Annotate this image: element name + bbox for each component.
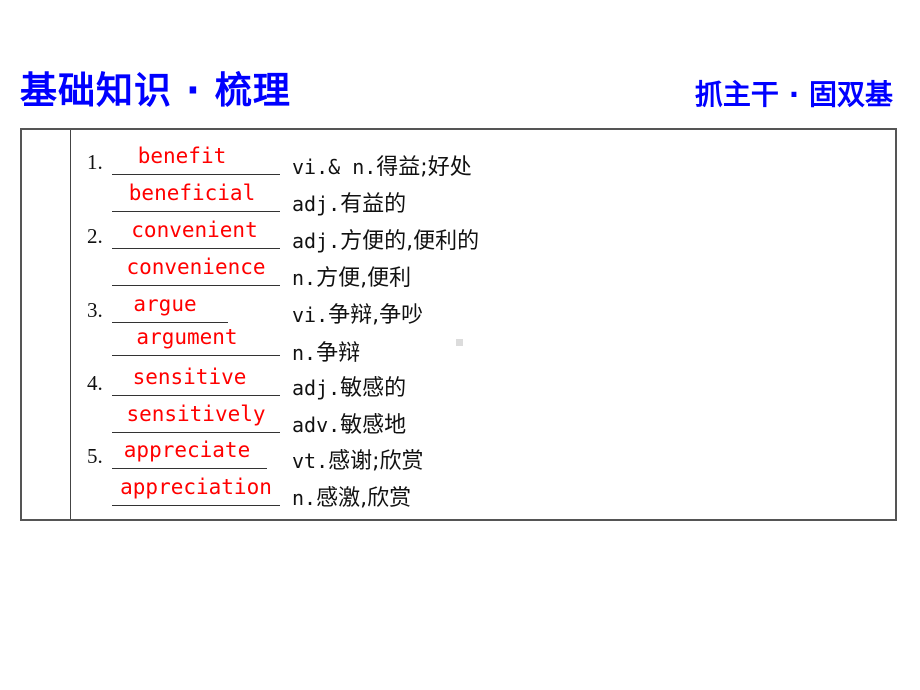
item-number: 4. (87, 371, 103, 395)
section-subtitle: 抓主干 · 固双基 (694, 78, 893, 111)
vocab-row: beneficial adj.有益的 (22, 181, 622, 218)
answer-word: sensitively (126, 402, 266, 426)
meaning: 感谢;欣赏 (328, 449, 424, 474)
answer-blank (112, 285, 280, 286)
vocab-row: 4. sensitive adj.敏感的 (22, 365, 622, 402)
answer-blank (112, 468, 267, 469)
answer-blank (112, 432, 280, 433)
answer-word: argue (133, 292, 197, 316)
definition: vt.感谢;欣赏 (292, 443, 424, 475)
answer-blank (112, 395, 280, 396)
part-of-speech: vt. (292, 449, 329, 473)
part-of-speech: adj. (292, 192, 341, 216)
vocab-row: 2. convenient adj.方便的,便利的 (22, 218, 622, 255)
part-of-speech: n. (292, 341, 317, 365)
answer-word: convenient (131, 218, 258, 242)
vocabulary-box: 1. benefit vi.& n.得益;好处 beneficial adj.有… (20, 128, 897, 521)
answer-blank (112, 248, 280, 249)
answer-word: convenience (126, 255, 266, 279)
answer-word: argument (136, 325, 238, 349)
part-of-speech: vi.& n. (292, 155, 377, 179)
answer-blank (112, 174, 280, 175)
meaning: 得益;好处 (376, 155, 472, 180)
section-title: 基础知识 · 梳理 (20, 69, 291, 112)
answer-word: benefit (137, 144, 227, 168)
definition: n.争辩 (292, 335, 360, 367)
item-number: 5. (87, 444, 103, 468)
meaning: 有益的 (340, 192, 407, 217)
vocab-row: sensitively adv.敏感地 (22, 402, 622, 439)
meaning: 敏感的 (340, 376, 407, 401)
definition: n.方便,便利 (292, 260, 411, 292)
item-number: 3. (87, 298, 103, 322)
part-of-speech: n. (292, 266, 317, 290)
part-of-speech: vi. (292, 303, 329, 327)
answer-word: beneficial (128, 181, 256, 205)
vocab-row: convenience n.方便,便利 (22, 255, 622, 292)
vocab-row: argument n.争辩 (22, 325, 622, 366)
item-number: 1. (87, 150, 103, 174)
definition: vi.& n.得益;好处 (292, 149, 472, 181)
item-number: 2. (87, 224, 103, 248)
definition: adj.方便的,便利的 (292, 223, 479, 255)
vocab-row: 1. benefit vi.& n.得益;好处 (22, 144, 622, 181)
part-of-speech: adv. (292, 413, 341, 437)
answer-blank (112, 211, 280, 212)
vocab-row: 5. appreciate vt.感谢;欣赏 (22, 438, 622, 475)
vocab-row: appreciation n.感激,欣赏 (22, 475, 622, 512)
definition: adv.敏感地 (292, 407, 406, 439)
definition: n.感激,欣赏 (292, 480, 411, 512)
decorative-dot (456, 339, 463, 346)
answer-blank (112, 355, 280, 356)
meaning: 敏感地 (340, 413, 407, 438)
meaning: 感激,欣赏 (316, 486, 412, 511)
answer-word: appreciate (123, 438, 251, 462)
meaning: 方便,便利 (316, 266, 412, 291)
answer-blank (112, 505, 280, 506)
answer-blank (112, 322, 228, 323)
part-of-speech: n. (292, 486, 317, 510)
answer-word: appreciation (120, 475, 272, 499)
vocab-row: 3. argue vi.争辩,争吵 (22, 292, 622, 329)
definition: adj.敏感的 (292, 370, 406, 402)
part-of-speech: adj. (292, 229, 341, 253)
part-of-speech: adj. (292, 376, 341, 400)
answer-word: sensitive (132, 365, 247, 389)
meaning: 方便的,便利的 (340, 229, 480, 254)
definition: adj.有益的 (292, 186, 406, 218)
meaning: 争辩 (316, 341, 361, 366)
